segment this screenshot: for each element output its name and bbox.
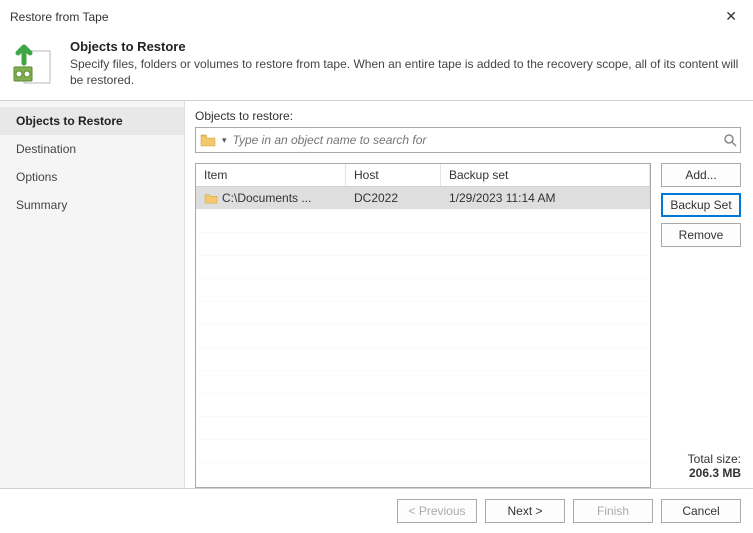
next-button[interactable]: Next > <box>485 499 565 523</box>
objects-table: Item Host Backup set C:\Documents ... DC… <box>195 163 651 488</box>
sidebar-item-summary[interactable]: Summary <box>0 191 184 219</box>
finish-button: Finish <box>573 499 653 523</box>
cancel-button[interactable]: Cancel <box>661 499 741 523</box>
search-icon[interactable] <box>720 133 740 147</box>
cell-item: C:\Documents ... <box>222 191 311 205</box>
backup-set-button[interactable]: Backup Set <box>661 193 741 217</box>
total-size-value: 206.3 MB <box>661 466 741 480</box>
previous-button: < Previous <box>397 499 477 523</box>
wizard-header: Objects to Restore Specify files, folder… <box>0 33 753 101</box>
cell-backup: 1/29/2023 11:14 AM <box>441 191 650 205</box>
restore-tape-icon <box>10 39 58 87</box>
folder-icon <box>200 133 216 147</box>
dropdown-icon[interactable]: ▾ <box>218 135 231 146</box>
objects-label: Objects to restore: <box>195 109 741 123</box>
close-icon[interactable]: ✕ <box>719 6 743 27</box>
sidebar-item-objects[interactable]: Objects to Restore <box>0 107 184 135</box>
col-item[interactable]: Item <box>196 164 346 186</box>
header-description: Specify files, folders or volumes to res… <box>70 56 743 88</box>
add-button[interactable]: Add... <box>661 163 741 187</box>
col-backup[interactable]: Backup set <box>441 164 650 186</box>
total-size-label: Total size: <box>661 452 741 466</box>
search-input[interactable] <box>231 129 720 151</box>
col-host[interactable]: Host <box>346 164 441 186</box>
search-row: ▾ <box>195 127 741 153</box>
sidebar-item-destination[interactable]: Destination <box>0 135 184 163</box>
sidebar-item-options[interactable]: Options <box>0 163 184 191</box>
window-title: Restore from Tape <box>10 10 109 24</box>
remove-button[interactable]: Remove <box>661 223 741 247</box>
table-row[interactable]: C:\Documents ... DC2022 1/29/2023 11:14 … <box>196 187 650 209</box>
wizard-sidebar: Objects to Restore Destination Options S… <box>0 101 185 488</box>
header-title: Objects to Restore <box>70 39 743 54</box>
cell-host: DC2022 <box>346 191 441 205</box>
folder-icon <box>204 192 218 204</box>
